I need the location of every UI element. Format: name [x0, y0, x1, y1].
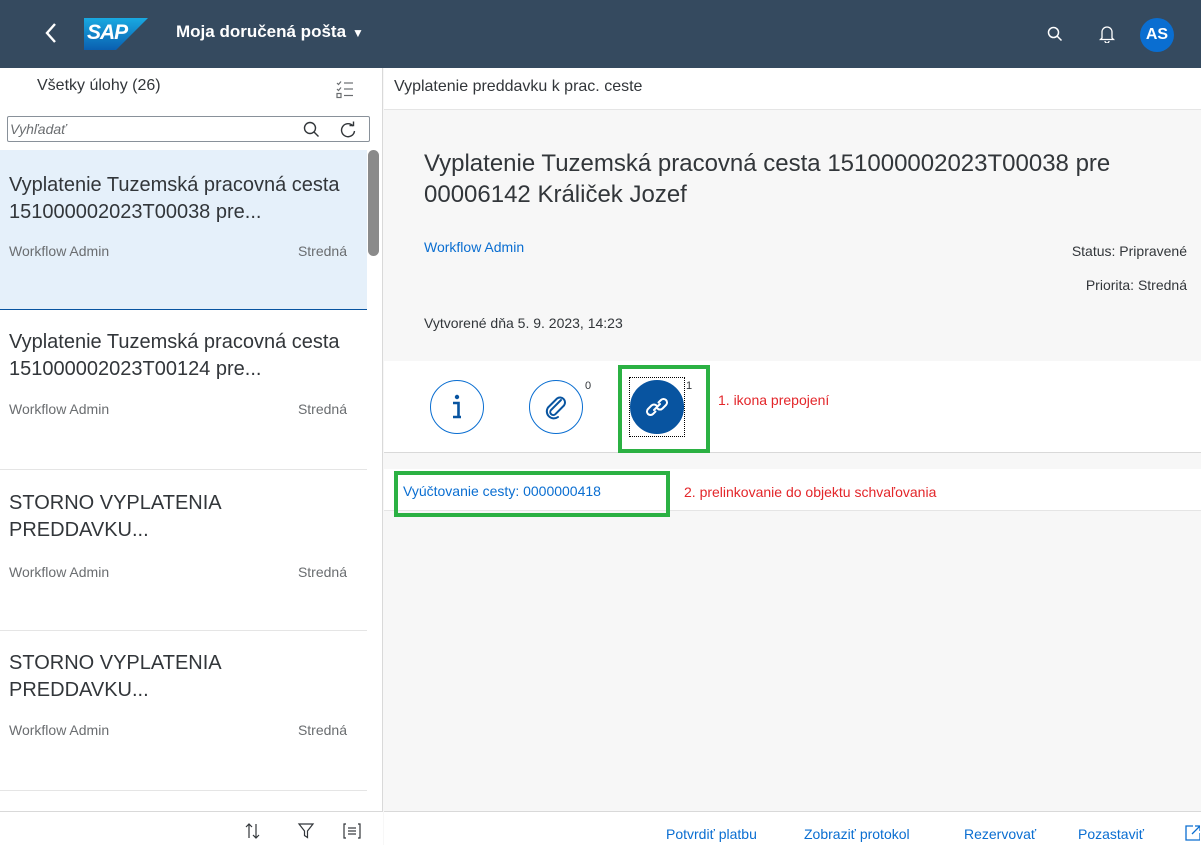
detail-header-bar: Vyplatenie preddavku k prac. ceste — [384, 68, 1201, 110]
task-list-item[interactable]: STORNO VYPLATENIA PREDDAVKU... Workflow … — [0, 631, 367, 791]
filter-button[interactable] — [296, 822, 316, 840]
multi-select-icon — [336, 81, 353, 99]
task-title: Vyplatenie Tuzemská pracovná cesta 15100… — [9, 331, 340, 380]
tab-info[interactable] — [430, 380, 484, 434]
notifications-button[interactable] — [1095, 22, 1119, 46]
refresh-button[interactable] — [338, 120, 358, 140]
task-priority: Stredná — [297, 564, 347, 580]
confirm-payment-button[interactable]: Potvrdiť platbu — [666, 826, 757, 842]
multi-select-button[interactable] — [334, 78, 356, 100]
user-avatar[interactable]: AS — [1140, 18, 1174, 52]
search-field[interactable] — [7, 116, 370, 142]
chevron-left-icon — [45, 23, 56, 43]
suspend-button[interactable]: Pozastaviť — [1078, 826, 1144, 842]
task-detail-panel: Vyplatenie preddavku k prac. ceste Vypla… — [384, 68, 1201, 845]
task-title: STORNO VYPLATENIA PREDDAVKU... — [9, 652, 221, 701]
list-divider — [0, 790, 367, 791]
caret-down-icon: ▼ — [352, 26, 364, 40]
sap-logo-text: SAP — [87, 21, 128, 44]
shell-bar: SAP Moja doručená pošta ▼ AS — [0, 0, 1201, 68]
annotation-text-link-icon: 1. ikona prepojení — [718, 392, 830, 408]
task-created-date: Vytvorené dňa 5. 9. 2023, 14:23 — [424, 315, 623, 331]
group-button[interactable] — [342, 822, 362, 840]
sort-icon — [245, 823, 260, 839]
filter-icon — [297, 823, 315, 839]
task-detail-title: Vyplatenie Tuzemská pracovná cesta 15100… — [424, 150, 1111, 208]
info-icon — [453, 394, 461, 419]
all-tasks-label: Všetky úlohy (26) — [37, 77, 161, 94]
search-submit-button[interactable] — [302, 120, 322, 140]
task-list-footer — [0, 811, 383, 845]
detail-header-title: Vyplatenie preddavku k prac. ceste — [394, 78, 643, 95]
task-title: STORNO VYPLATENIA PREDDAVKU... — [9, 492, 221, 541]
search-icon — [1047, 26, 1063, 42]
annotation-text-object-link: 2. prelinkovanie do objektu schvaľovania — [684, 484, 937, 500]
refresh-icon — [340, 121, 356, 138]
task-assignee: Workflow Admin — [9, 401, 110, 417]
search-icon — [303, 121, 319, 137]
back-button[interactable] — [38, 18, 64, 48]
task-title: Vyplatenie Tuzemská pracovná cesta 15100… — [9, 174, 340, 223]
search-button[interactable] — [1043, 22, 1067, 46]
task-list-item[interactable]: Vyplatenie Tuzemská pracovná cesta 15100… — [0, 150, 367, 310]
task-creator-link[interactable]: Workflow Admin — [424, 239, 524, 255]
paperclip-icon — [545, 396, 566, 420]
open-icon — [1185, 825, 1200, 841]
group-icon — [343, 823, 361, 839]
attachments-count: 0 — [585, 380, 592, 392]
action-footer: Potvrdiť platbu Zobraziť protokol Rezerv… — [384, 811, 1201, 845]
show-log-button[interactable]: Zobraziť protokol — [804, 826, 910, 842]
annotation-box-link-tab — [618, 365, 710, 453]
task-list-item[interactable]: STORNO VYPLATENIA PREDDAVKU... Workflow … — [0, 470, 367, 630]
sap-logo[interactable]: SAP — [84, 18, 148, 50]
open-in-new-button[interactable] — [1184, 824, 1200, 842]
task-assignee: Workflow Admin — [9, 243, 110, 259]
task-list-panel: Všetky úlohy (26) Vyplatenie Tuzemská pr… — [0, 68, 383, 845]
task-list-header: Všetky úlohy (26) — [0, 68, 383, 110]
annotation-box-link-row — [394, 471, 670, 517]
task-assignee: Workflow Admin — [9, 564, 110, 580]
bell-icon — [1099, 26, 1115, 43]
tab-attachments[interactable] — [529, 380, 583, 434]
task-priority: Stredná — [297, 722, 347, 738]
task-priority-detail: Priorita: Stredná — [1085, 277, 1187, 293]
app-title: Moja doručená pošta — [176, 22, 347, 41]
app-title-menu[interactable]: Moja doručená pošta ▼ — [176, 22, 364, 42]
reserve-button[interactable]: Rezervovať — [964, 826, 1036, 842]
sort-button[interactable] — [243, 822, 263, 840]
list-scrollbar[interactable] — [368, 150, 379, 256]
task-status: Status: Pripravené — [1071, 243, 1187, 259]
search-input[interactable] — [10, 119, 290, 139]
task-list-item[interactable]: Vyplatenie Tuzemská pracovná cesta 15100… — [0, 311, 367, 471]
task-priority: Stredná — [297, 243, 347, 259]
task-priority: Stredná — [297, 401, 347, 417]
task-assignee: Workflow Admin — [9, 722, 110, 738]
